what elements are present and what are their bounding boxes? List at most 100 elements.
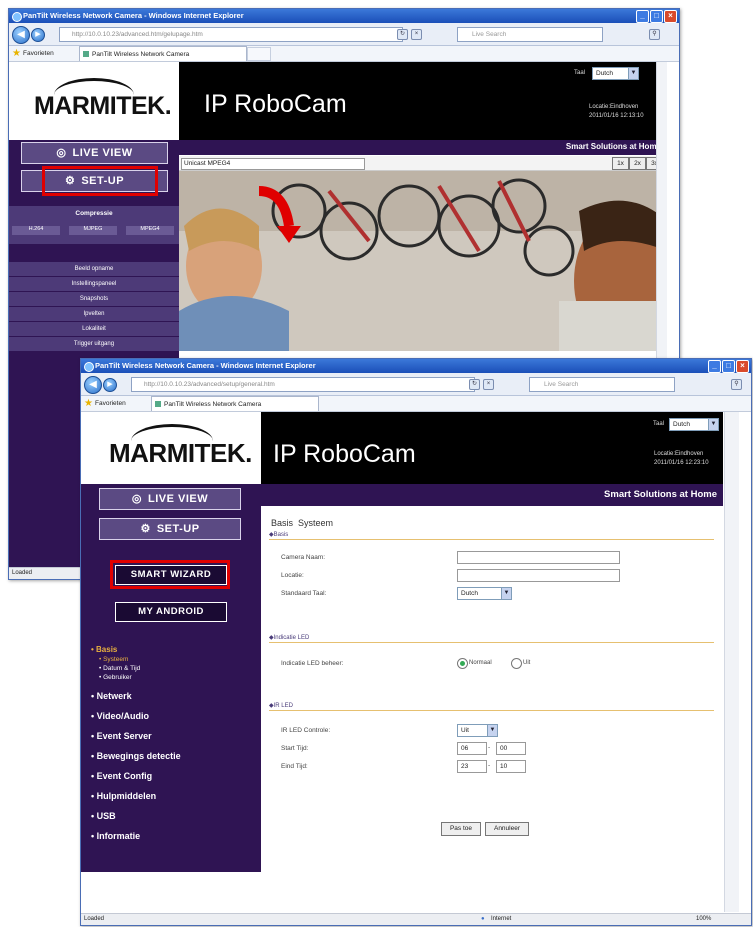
zoom-2x-button[interactable]: 2x bbox=[629, 157, 646, 170]
search-icon[interactable]: ⚲ bbox=[649, 29, 660, 40]
nav-usb[interactable]: • USB bbox=[91, 811, 116, 821]
nav-sub-systeem[interactable]: • Systeem bbox=[99, 656, 128, 663]
front-address-bar[interactable]: http://10.0.10.23/advanced/setup/general… bbox=[131, 377, 475, 392]
back-address-bar[interactable]: http://10.0.10.23/advanced.htm/gelupage.… bbox=[59, 27, 403, 42]
side-item[interactable]: Instellingspaneel bbox=[9, 277, 179, 292]
led-off-radio[interactable] bbox=[511, 658, 522, 669]
favorites-star-icon[interactable]: ★ bbox=[84, 399, 93, 409]
cancel-button[interactable]: Annuleer bbox=[485, 822, 529, 836]
close-icon[interactable]: × bbox=[736, 360, 749, 373]
back-window-controls: _ □ × bbox=[636, 10, 677, 23]
nav-item-label: Event Config bbox=[96, 771, 153, 781]
refresh-icon[interactable]: ↻ bbox=[469, 379, 480, 390]
nav-event-config[interactable]: • Event Config bbox=[91, 771, 152, 781]
back-header: IP RoboCam Taal Dutch ▼ Locatie:Eindhoven… bbox=[179, 62, 667, 140]
front-language-select[interactable]: Dutch ▼ bbox=[669, 418, 719, 431]
front-nav-bar: ◀ ▶ http://10.0.10.23/advanced/setup/gen… bbox=[81, 373, 751, 396]
forward-arrow-icon[interactable]: ▶ bbox=[31, 28, 45, 42]
gear-icon: ⚙ bbox=[140, 523, 151, 535]
compression-mpeg4[interactable]: MPEG4 bbox=[126, 226, 174, 235]
favorites-star-icon[interactable]: ★ bbox=[12, 49, 21, 59]
nav-video-audio[interactable]: • Video/Audio bbox=[91, 711, 149, 721]
compression-h264[interactable]: H.264 bbox=[12, 226, 60, 235]
new-tab-button[interactable] bbox=[247, 47, 271, 61]
front-language-value: Dutch bbox=[673, 421, 690, 428]
back-tab[interactable]: PanTilt Wireless Network Camera bbox=[79, 46, 247, 61]
led-control-label: Indicatie LED beheer: bbox=[281, 660, 344, 667]
end-hour-input[interactable]: 23 bbox=[457, 760, 487, 773]
start-hour-input[interactable]: 06 bbox=[457, 742, 487, 755]
favorites-label[interactable]: Favorieten bbox=[95, 396, 126, 411]
chevron-down-icon: ▼ bbox=[628, 68, 638, 79]
zone-label: Internet bbox=[491, 916, 512, 922]
stop-icon[interactable]: × bbox=[411, 29, 422, 40]
back-location: Locatie:Eindhoven bbox=[589, 104, 639, 110]
favorites-label[interactable]: Favorieten bbox=[23, 46, 54, 61]
page-breadcrumb: Basis Systeem bbox=[271, 518, 334, 528]
section-ir-led: ◆IR LED bbox=[269, 703, 293, 709]
standard-language-select[interactable]: Dutch ▼ bbox=[457, 587, 512, 600]
maximize-icon[interactable]: □ bbox=[722, 360, 735, 373]
section-basis: ◆Basis bbox=[269, 532, 289, 538]
apply-button[interactable]: Pas toe bbox=[441, 822, 481, 836]
side-item[interactable]: Lokaliteit bbox=[9, 322, 179, 337]
front-live-view-button[interactable]: ◎ LIVE VIEW bbox=[99, 488, 241, 510]
section-basis-label: Basis bbox=[273, 532, 289, 538]
stream-toolbar: Unicast MPEG4 1x 2x 3x bbox=[179, 156, 667, 171]
forward-arrow-icon[interactable]: ▶ bbox=[103, 378, 117, 392]
nav-basis[interactable]: • Basis bbox=[91, 645, 117, 654]
back-lang-label: Taal bbox=[574, 70, 586, 76]
back-arrow-icon[interactable]: ◀ bbox=[84, 376, 102, 394]
back-language-select[interactable]: Dutch ▼ bbox=[592, 67, 639, 80]
ir-led-control-select[interactable]: Uit ▼ bbox=[457, 724, 498, 737]
side-item[interactable]: Beeld opname bbox=[9, 262, 179, 277]
front-datetime: 2011/01/16 12:23:10 bbox=[654, 460, 709, 466]
end-minute-input[interactable]: 10 bbox=[496, 760, 526, 773]
start-minute-input[interactable]: 00 bbox=[496, 742, 526, 755]
ir-led-control-label: IR LED Controle: bbox=[281, 727, 331, 734]
led-normal-radio[interactable] bbox=[457, 658, 468, 669]
nav-event-server[interactable]: • Event Server bbox=[91, 731, 152, 741]
back-title-bar: PanTilt Wireless Network Camera - Window… bbox=[9, 9, 679, 23]
minimize-icon[interactable]: _ bbox=[636, 10, 649, 23]
eye-icon: ◎ bbox=[131, 493, 142, 505]
my-android-button[interactable]: MY ANDROID bbox=[115, 602, 227, 622]
nav-sub-datum-tijd[interactable]: • Datum & Tijd bbox=[99, 665, 140, 672]
zoom-1x-button[interactable]: 1x bbox=[612, 157, 629, 170]
close-icon[interactable]: × bbox=[664, 10, 677, 23]
nav-sub-gebruiker[interactable]: • Gebruiker bbox=[99, 674, 132, 681]
nav-informatie[interactable]: • Informatie bbox=[91, 831, 140, 841]
nav-bewegings-detectie[interactable]: • Bewegings detectie bbox=[91, 751, 181, 761]
front-product-title: IP RoboCam bbox=[273, 440, 416, 468]
side-item[interactable]: Snapshots bbox=[9, 292, 179, 307]
back-search-box[interactable]: Live Search bbox=[457, 27, 603, 42]
nav-hulpmiddelen[interactable]: • Hulpmiddelen bbox=[91, 791, 156, 801]
back-live-view-button[interactable]: ◎ LIVE VIEW bbox=[21, 142, 168, 164]
compression-panel: Compressie H.264 MJPEG MPEG4 bbox=[9, 206, 179, 244]
stop-icon[interactable]: × bbox=[483, 379, 494, 390]
minimize-icon[interactable]: _ bbox=[708, 360, 721, 373]
search-icon[interactable]: ⚲ bbox=[731, 379, 742, 390]
front-lang-label: Taal bbox=[653, 421, 665, 427]
maximize-icon[interactable]: □ bbox=[650, 10, 663, 23]
refresh-icon[interactable]: ↻ bbox=[397, 29, 408, 40]
front-search-box[interactable]: Live Search bbox=[529, 377, 675, 392]
stream-select[interactable]: Unicast MPEG4 bbox=[181, 158, 365, 170]
location-input[interactable] bbox=[457, 569, 620, 582]
front-vertical-scrollbar[interactable] bbox=[724, 412, 739, 912]
nav-netwerk[interactable]: • Netwerk bbox=[91, 691, 132, 701]
zoom-level[interactable]: 100% bbox=[696, 914, 711, 925]
front-setup-button[interactable]: ⚙ SET-UP bbox=[99, 518, 241, 540]
nav-item-label: Netwerk bbox=[96, 691, 132, 701]
camera-name-input[interactable] bbox=[457, 551, 620, 564]
compression-title: Compressie bbox=[75, 210, 113, 217]
back-arrow-icon[interactable]: ◀ bbox=[12, 26, 30, 44]
front-status-bar: Loaded ● Internet 100% bbox=[81, 913, 751, 925]
eye-icon: ◎ bbox=[56, 147, 67, 159]
front-tab[interactable]: PanTilt Wireless Network Camera bbox=[151, 396, 319, 411]
side-item[interactable]: Trigger uitgang bbox=[9, 337, 179, 352]
side-item[interactable]: Ipvelten bbox=[9, 307, 179, 322]
back-product-title: IP RoboCam bbox=[204, 90, 347, 118]
time-separator: - bbox=[488, 744, 491, 751]
compression-mjpeg[interactable]: MJPEG bbox=[69, 226, 117, 235]
